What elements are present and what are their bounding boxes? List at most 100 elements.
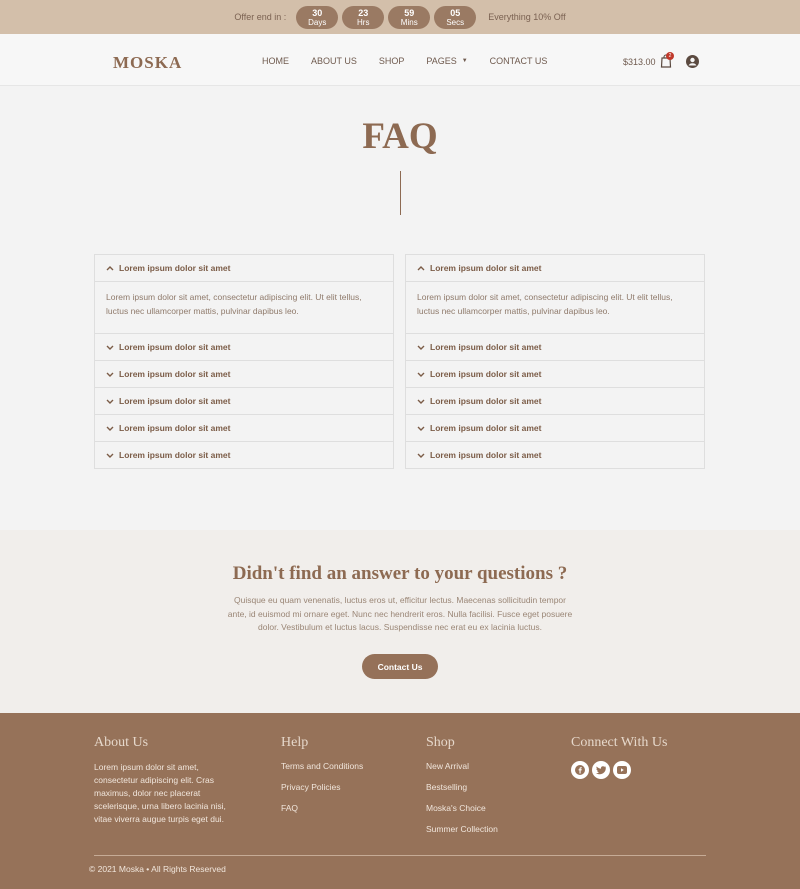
faq-item: Lorem ipsum dolor sit amet: [95, 415, 393, 442]
offer-label: Offer end in :: [234, 12, 287, 22]
faq-question[interactable]: Lorem ipsum dolor sit amet: [406, 255, 704, 281]
countdown-value: 30: [312, 7, 323, 18]
faq-question-text: Lorem ipsum dolor sit amet: [430, 342, 542, 352]
contact-cta-section: Didn't find an answer to your questions …: [0, 530, 800, 713]
footer-heading: Connect With Us: [571, 735, 668, 750]
footer-link-new-arrival[interactable]: New Arrival: [426, 761, 498, 771]
footer-heading: Shop: [426, 735, 455, 750]
footer-heading: About Us: [94, 735, 149, 750]
chevron-down-icon: [106, 399, 114, 404]
youtube-icon[interactable]: [613, 761, 631, 779]
main-nav: HOME ABOUT US SHOP PAGES ▼ CONTACT US: [262, 56, 569, 66]
faq-question-text: Lorem ipsum dolor sit amet: [430, 423, 542, 433]
footer-link-moskas-choice[interactable]: Moska's Choice: [426, 803, 498, 813]
footer-shop: Shop New Arrival Bestselling Moska's Cho…: [426, 735, 498, 845]
faq-item: Lorem ipsum dolor sit amet: [406, 388, 704, 415]
nav-contact-us[interactable]: CONTACT US: [490, 56, 548, 66]
footer-link-terms[interactable]: Terms and Conditions: [281, 761, 363, 771]
site-header: MOSKA HOME ABOUT US SHOP PAGES ▼ CONTACT …: [0, 34, 800, 86]
footer-link-privacy[interactable]: Privacy Policies: [281, 782, 363, 792]
faq-question-text: Lorem ipsum dolor sit amet: [119, 263, 231, 273]
cart-count-badge: 2: [666, 52, 674, 60]
faq-question[interactable]: Lorem ipsum dolor sit amet: [95, 334, 393, 360]
contact-us-button[interactable]: Contact Us: [362, 654, 438, 679]
chevron-down-icon: [417, 345, 425, 350]
faq-question[interactable]: Lorem ipsum dolor sit amet: [95, 361, 393, 387]
countdown-seconds: 05 Secs: [434, 5, 477, 29]
offer-bar: Offer end in : 30 Days 23 Hrs 59 Mins 05…: [0, 0, 800, 34]
countdown-value: 05: [450, 7, 461, 18]
chevron-down-icon: [106, 426, 114, 431]
footer-link-summer-collection[interactable]: Summer Collection: [426, 824, 498, 834]
faq-question[interactable]: Lorem ipsum dolor sit amet: [95, 415, 393, 441]
faq-question[interactable]: Lorem ipsum dolor sit amet: [406, 334, 704, 360]
faq-accordion-left: Lorem ipsum dolor sit amet Lorem ipsum d…: [94, 254, 394, 469]
chevron-down-icon: [417, 453, 425, 458]
countdown-unit: Secs: [446, 17, 465, 27]
user-account-icon[interactable]: [686, 55, 699, 68]
nav-label: HOME: [262, 56, 289, 66]
faq-question-text: Lorem ipsum dolor sit amet: [430, 396, 542, 406]
chevron-down-icon: [106, 453, 114, 458]
cta-text: Quisque eu quam venenatis, luctus eros u…: [227, 595, 573, 632]
faq-question[interactable]: Lorem ipsum dolor sit amet: [406, 361, 704, 387]
faq-item: Lorem ipsum dolor sit amet: [95, 334, 393, 361]
nav-about-us[interactable]: ABOUT US: [311, 56, 357, 66]
footer-link-faq[interactable]: FAQ: [281, 803, 363, 813]
nav-home[interactable]: HOME: [262, 56, 289, 66]
nav-label: CONTACT US: [489, 56, 548, 66]
nav-label: SHOP: [378, 56, 405, 66]
footer-help: Help Terms and Conditions Privacy Polici…: [281, 735, 363, 824]
faq-question-text: Lorem ipsum dolor sit amet: [119, 423, 231, 433]
title-divider: [400, 171, 401, 215]
chevron-up-icon: [417, 265, 425, 271]
footer-divider: [94, 855, 706, 856]
faq-answer: Lorem ipsum dolor sit amet, consectetur …: [406, 281, 704, 333]
faq-item: Lorem ipsum dolor sit amet: [406, 334, 704, 361]
twitter-icon[interactable]: [592, 761, 610, 779]
chevron-down-icon: [417, 399, 425, 404]
caret-down-icon: ▼: [461, 58, 468, 64]
faq-question[interactable]: Lorem ipsum dolor sit amet: [406, 388, 704, 414]
faq-item: Lorem ipsum dolor sit amet: [95, 361, 393, 388]
countdown-value: 23: [358, 7, 369, 18]
faq-item: Lorem ipsum dolor sit amet Lorem ipsum d…: [95, 255, 393, 334]
footer-heading: Help: [281, 735, 309, 750]
nav-shop[interactable]: SHOP: [379, 56, 405, 66]
faq-item: Lorem ipsum dolor sit amet: [406, 442, 704, 468]
faq-question[interactable]: Lorem ipsum dolor sit amet: [95, 442, 393, 468]
facebook-icon[interactable]: [571, 761, 589, 779]
faq-question-text: Lorem ipsum dolor sit amet: [119, 342, 231, 352]
faq-question[interactable]: Lorem ipsum dolor sit amet: [406, 442, 704, 468]
cart-amount[interactable]: $313.00: [623, 57, 656, 67]
faq-question[interactable]: Lorem ipsum dolor sit amet: [406, 415, 704, 441]
faq-question-text: Lorem ipsum dolor sit amet: [119, 369, 231, 379]
faq-answer: Lorem ipsum dolor sit amet, consectetur …: [95, 281, 393, 333]
nav-pages[interactable]: PAGES ▼: [426, 56, 467, 66]
chevron-down-icon: [106, 372, 114, 377]
logo[interactable]: MOSKA: [113, 53, 182, 73]
faq-question-text: Lorem ipsum dolor sit amet: [119, 396, 231, 406]
site-footer: About Us Lorem ipsum dolor sit amet, con…: [0, 713, 800, 889]
nav-label: ABOUT US: [311, 56, 357, 66]
copyright-text: © 2021 Moska • All Rights Reserved: [89, 864, 226, 874]
chevron-down-icon: [417, 426, 425, 431]
countdown-value: 59: [404, 7, 415, 18]
faq-accordion-right: Lorem ipsum dolor sit amet Lorem ipsum d…: [405, 254, 705, 469]
promo-text: Everything 10% Off: [488, 12, 566, 22]
faq-question-text: Lorem ipsum dolor sit amet: [430, 263, 542, 273]
faq-question-text: Lorem ipsum dolor sit amet: [119, 450, 231, 460]
faq-item: Lorem ipsum dolor sit amet: [95, 442, 393, 468]
cta-title: Didn't find an answer to your questions …: [232, 563, 568, 584]
chevron-down-icon: [106, 345, 114, 350]
countdown-minutes: 59 Mins: [388, 5, 431, 29]
chevron-up-icon: [106, 265, 114, 271]
footer-about: About Us Lorem ipsum dolor sit amet, con…: [94, 735, 239, 826]
chevron-down-icon: [417, 372, 425, 377]
footer-connect: Connect With Us: [571, 735, 667, 779]
faq-question-text: Lorem ipsum dolor sit amet: [430, 450, 542, 460]
faq-item: Lorem ipsum dolor sit amet: [406, 415, 704, 442]
footer-link-bestselling[interactable]: Bestselling: [426, 782, 498, 792]
faq-question[interactable]: Lorem ipsum dolor sit amet: [95, 388, 393, 414]
faq-question[interactable]: Lorem ipsum dolor sit amet: [95, 255, 393, 281]
